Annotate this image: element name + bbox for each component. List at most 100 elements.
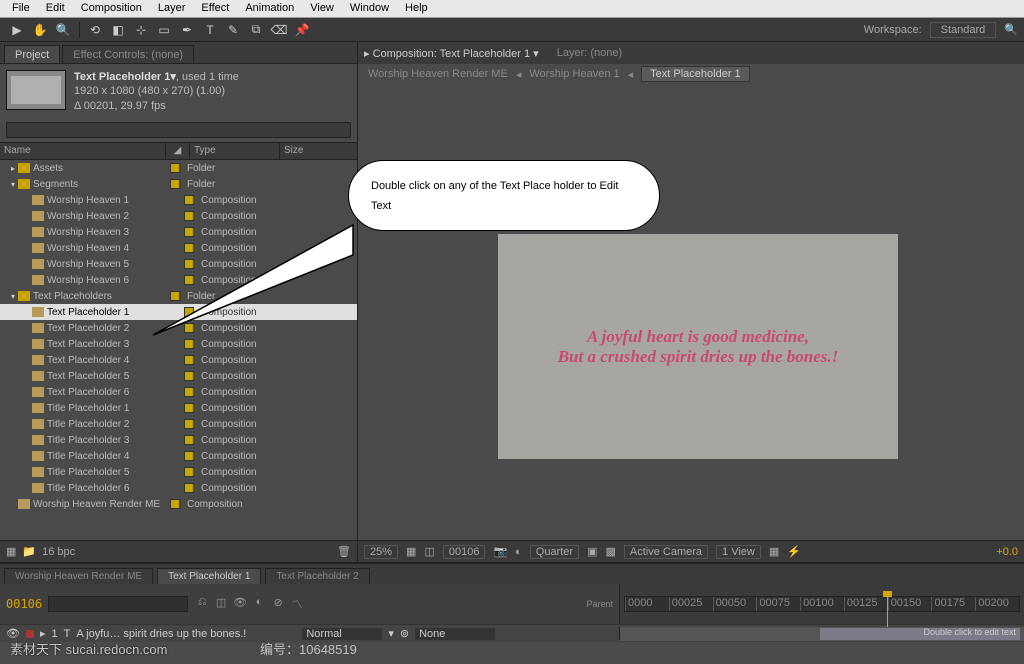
timeline-tab[interactable]: Text Placeholder 2	[265, 568, 369, 584]
layer-hint: Double click to edit text	[923, 627, 1016, 637]
project-item[interactable]: Title Placeholder 2Composition	[0, 416, 357, 432]
text-line-2: But a crushed spirit dries up the bones.…	[558, 347, 839, 367]
menu-layer[interactable]: Layer	[150, 0, 194, 17]
text-line-1: A joyful heart is good medicine,	[587, 327, 809, 347]
shy-icon[interactable]: 👁	[232, 596, 248, 612]
hand-tool-icon[interactable]: ✋	[29, 20, 51, 40]
parent-pickwhip-icon[interactable]: ⊚	[400, 627, 409, 640]
tab-project[interactable]: Project	[4, 45, 60, 63]
text-tool-icon[interactable]: T	[199, 20, 221, 40]
layer-panel-title[interactable]: Layer: (none)	[557, 47, 622, 59]
project-search-input[interactable]	[6, 122, 351, 138]
project-item[interactable]: Title Placeholder 1Composition	[0, 400, 357, 416]
layer-index: 1	[52, 628, 58, 640]
timeline-search-input[interactable]	[48, 596, 188, 612]
project-item[interactable]: Text Placeholder 6Composition	[0, 384, 357, 400]
interpret-icon[interactable]: ▦	[6, 545, 16, 558]
selection-tool-icon[interactable]: ▶	[6, 20, 28, 40]
frame-blend-icon[interactable]: ◐	[251, 596, 267, 612]
view-layout-dropdown[interactable]: 1 View	[716, 545, 761, 559]
camera-dropdown[interactable]: Active Camera	[624, 545, 708, 559]
composition-viewer[interactable]: A joyful heart is good medicine, But a c…	[358, 84, 1024, 540]
zoom-tool-icon[interactable]: 🔍	[52, 20, 74, 40]
grid-icon[interactable]: ▦	[406, 545, 416, 558]
anchor-tool-icon[interactable]: ⊹	[130, 20, 152, 40]
rotate-tool-icon[interactable]: ⟲	[84, 20, 106, 40]
menu-help[interactable]: Help	[397, 0, 436, 17]
track-matte-dropdown[interactable]: ▾	[388, 627, 394, 640]
current-time[interactable]: 00106	[6, 597, 42, 611]
project-footer: ▦ 📁 16 bpc 🗑	[0, 540, 357, 562]
toolbar: ▶ ✋ 🔍 ⟲ ◧ ⊹ ▭ ✒ T ✎ ⧉ ⌫ 📌 Workspace: Sta…	[0, 18, 1024, 42]
comp-panel-title[interactable]: ▸ Composition: Text Placeholder 1 ▾	[364, 47, 539, 60]
timeline-tab[interactable]: Worship Heaven Render ME	[4, 568, 153, 584]
watermark-site: 素材天下 sucai.redocn.com	[10, 639, 168, 658]
project-item[interactable]: Title Placeholder 4Composition	[0, 448, 357, 464]
pen-tool-icon[interactable]: ✒	[176, 20, 198, 40]
exposure-value[interactable]: +0.0	[996, 546, 1018, 558]
comp-mini-flowchart-icon[interactable]: ⎌	[194, 596, 210, 612]
menu-composition[interactable]: Composition	[73, 0, 150, 17]
comp-thumbnail	[6, 70, 66, 110]
project-item[interactable]: Text Placeholder 5Composition	[0, 368, 357, 384]
menu-effect[interactable]: Effect	[193, 0, 237, 17]
graph-editor-icon[interactable]: 〽	[289, 596, 305, 612]
comp-meta: Text Placeholder 1▾, used 1 time 1920 x …	[74, 70, 239, 112]
mask-toggle-icon[interactable]: ◫	[424, 545, 434, 558]
resolution-dropdown[interactable]: Quarter	[530, 545, 579, 559]
pixel-aspect-icon[interactable]: ▦	[769, 545, 779, 558]
mask-tool-icon[interactable]: ▭	[153, 20, 175, 40]
timeline-tab[interactable]: Text Placeholder 1	[157, 568, 261, 584]
menu-file[interactable]: File	[4, 0, 38, 17]
menu-bar: FileEditCompositionLayerEffectAnimationV…	[0, 0, 1024, 18]
motion-blur-icon[interactable]: ⊘	[270, 596, 286, 612]
project-item[interactable]: Worship Heaven Render MEComposition	[0, 496, 357, 512]
workspace-dropdown[interactable]: Standard	[930, 22, 997, 38]
brush-tool-icon[interactable]: ✎	[222, 20, 244, 40]
breadcrumb-item[interactable]: Worship Heaven 1	[529, 68, 619, 80]
roi-icon[interactable]: ▣	[587, 545, 597, 558]
breadcrumb-item[interactable]: Worship Heaven Render ME	[368, 68, 508, 80]
zoom-dropdown[interactable]: 25%	[364, 545, 398, 559]
trash-icon[interactable]: 🗑	[337, 545, 351, 558]
comp-breadcrumb: Worship Heaven Render ME◂ Worship Heaven…	[358, 64, 1024, 84]
project-item[interactable]: Title Placeholder 6Composition	[0, 480, 357, 496]
puppet-tool-icon[interactable]: 📌	[291, 20, 313, 40]
composition-panel: ▸ Composition: Text Placeholder 1 ▾ Laye…	[358, 42, 1024, 562]
workspace-label: Workspace:	[864, 24, 922, 36]
timeline-panel: Worship Heaven Render METext Placeholder…	[0, 562, 1024, 642]
text-layer-icon: T	[64, 628, 71, 640]
parent-dropdown[interactable]: None	[415, 628, 495, 640]
fast-preview-icon[interactable]: ⚡	[787, 545, 801, 558]
project-item[interactable]: ▸AssetsFolder	[0, 160, 357, 176]
bpc-toggle[interactable]: 16 bpc	[42, 546, 75, 558]
snapshot-icon[interactable]: 📷	[493, 545, 507, 558]
channel-icon[interactable]: ◐	[515, 546, 522, 558]
project-item[interactable]: Text Placeholder 4Composition	[0, 352, 357, 368]
stamp-tool-icon[interactable]: ⧉	[245, 20, 267, 40]
draft-3d-icon[interactable]: ◫	[213, 596, 229, 612]
eraser-tool-icon[interactable]: ⌫	[268, 20, 290, 40]
camera-tool-icon[interactable]: ◧	[107, 20, 129, 40]
instruction-callout: Double click on any of the Text Place ho…	[348, 160, 660, 231]
menu-view[interactable]: View	[302, 0, 342, 17]
blend-mode-dropdown[interactable]: Normal	[302, 628, 382, 640]
tab-effect-controls[interactable]: Effect Controls: (none)	[62, 45, 194, 63]
timecode-display[interactable]: 00106	[443, 545, 486, 559]
menu-window[interactable]: Window	[342, 0, 397, 17]
project-columns-header: Name ◢ Type Size	[0, 142, 357, 160]
search-help-icon[interactable]: 🔍	[1004, 23, 1018, 36]
transparency-icon[interactable]: ▩	[606, 545, 616, 558]
project-item[interactable]: ▾SegmentsFolder	[0, 176, 357, 192]
time-ruler[interactable]: 0000000250005000075001000012500150001750…	[624, 596, 1020, 612]
layer-bar-area[interactable]: Double click to edit text	[620, 627, 1024, 641]
watermark-id: 编号：10648519	[260, 639, 357, 658]
new-folder-icon[interactable]: 📁	[22, 545, 36, 558]
canvas: A joyful heart is good medicine, But a c…	[498, 234, 898, 459]
project-item[interactable]: Title Placeholder 3Composition	[0, 432, 357, 448]
layer-name[interactable]: A joyfu… spirit dries up the bones.!	[76, 628, 296, 640]
layer-color	[26, 630, 34, 638]
menu-edit[interactable]: Edit	[38, 0, 73, 17]
menu-animation[interactable]: Animation	[237, 0, 302, 17]
project-item[interactable]: Title Placeholder 5Composition	[0, 464, 357, 480]
